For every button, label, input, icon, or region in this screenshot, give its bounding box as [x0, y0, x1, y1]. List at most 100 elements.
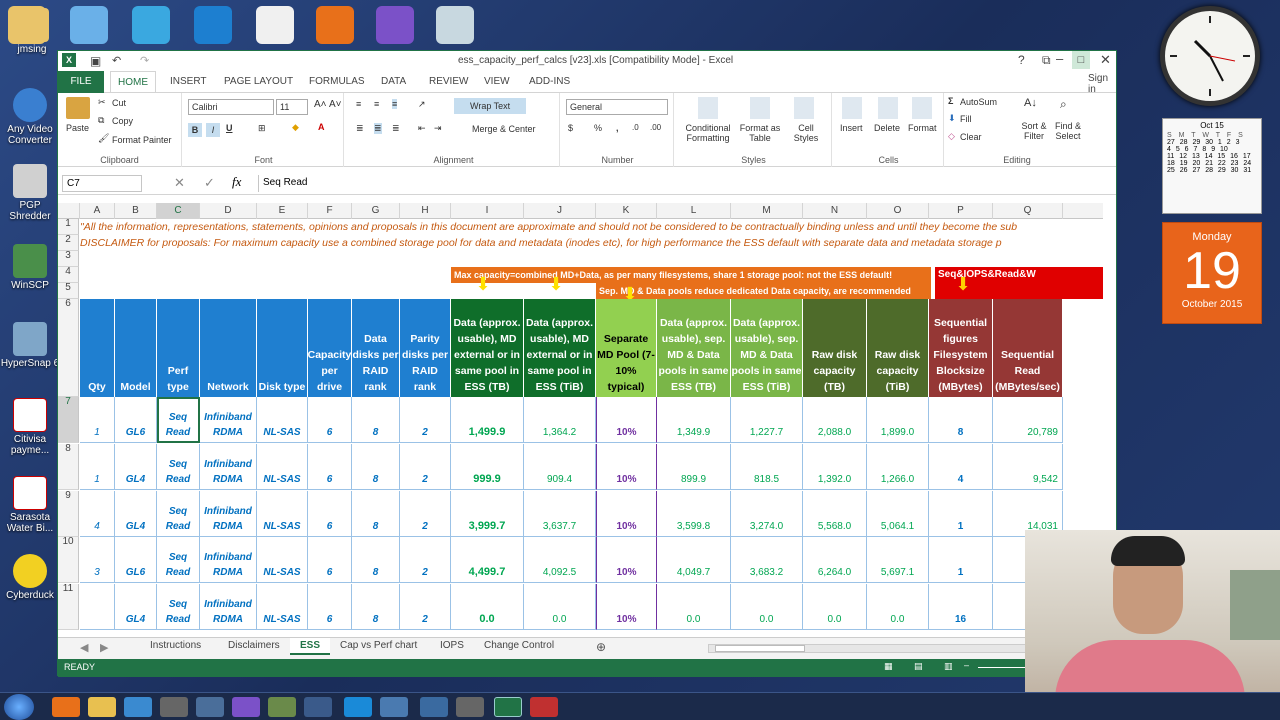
desktop-icon-winscp[interactable]: WinSCP: [0, 244, 60, 291]
column-header-l[interactable]: L: [657, 203, 731, 219]
cell-a9[interactable]: 4: [80, 491, 115, 537]
format-table-icon[interactable]: [750, 97, 770, 119]
cell-f9[interactable]: 6: [308, 491, 352, 537]
cell-l7[interactable]: 1,349.9: [657, 397, 731, 443]
column-header-o[interactable]: O: [867, 203, 929, 219]
maximize-icon[interactable]: □: [1072, 51, 1090, 69]
cell-k11[interactable]: 10%: [596, 584, 657, 630]
desktop-icon-anyvideo[interactable]: Any Video Converter: [0, 88, 60, 146]
column-header-f[interactable]: F: [308, 203, 352, 219]
help-icon[interactable]: ?: [1018, 53, 1025, 67]
copy-icon[interactable]: ⧉: [98, 115, 104, 126]
cell-p11[interactable]: 16: [929, 584, 993, 630]
cell-b9[interactable]: GL4: [115, 491, 157, 537]
format-painter-icon[interactable]: 🖌: [98, 133, 109, 144]
cell-j8[interactable]: 909.4: [524, 444, 596, 490]
find-select-icon[interactable]: ⌕: [1060, 97, 1067, 112]
cell-h8[interactable]: 2: [400, 444, 451, 490]
sheet-tab-ess[interactable]: ESS: [290, 638, 331, 655]
tab-add-ins[interactable]: ADD-INS: [529, 76, 570, 87]
cell-o10[interactable]: 5,697.1: [867, 537, 929, 583]
number-format-select[interactable]: General: [566, 99, 668, 115]
cell-f8[interactable]: 6: [308, 444, 352, 490]
worksheet-grid[interactable]: 1 2 3 4 5 "All the information, representatio…: [58, 219, 1103, 634]
chat-icon[interactable]: [132, 6, 170, 44]
desktop-icon-jmsing[interactable]: jmsing: [2, 8, 62, 55]
wrap-text-button[interactable]: Wrap Text: [454, 98, 526, 114]
cell-l10[interactable]: 4,049.7: [657, 537, 731, 583]
orientation-icon[interactable]: ↗: [418, 99, 426, 110]
formula-input[interactable]: Seq Read: [258, 175, 1098, 192]
paste-button[interactable]: Paste: [66, 123, 89, 133]
indent-increase-icon[interactable]: ⇥: [434, 123, 442, 134]
cell-m9[interactable]: 3,274.0: [731, 491, 803, 537]
cell-b7[interactable]: GL6: [115, 397, 157, 443]
taskbar-app4-icon[interactable]: [380, 697, 408, 717]
cell-j10[interactable]: 4,092.5: [524, 537, 596, 583]
cell-p10[interactable]: 1: [929, 537, 993, 583]
bold-icon[interactable]: B: [188, 123, 202, 137]
taskbar-pdf-icon[interactable]: [530, 697, 558, 717]
cell-f7[interactable]: 6: [308, 397, 352, 443]
cell-l8[interactable]: 899.9: [657, 444, 731, 490]
currency-icon[interactable]: $: [568, 123, 573, 133]
cell-o8[interactable]: 1,266.0: [867, 444, 929, 490]
taskbar-app5-icon[interactable]: [420, 697, 448, 717]
borders-icon[interactable]: ⊞: [258, 123, 266, 134]
percent-icon[interactable]: %: [594, 123, 602, 133]
cell-g9[interactable]: 8: [352, 491, 400, 537]
grow-font-icon[interactable]: A˄: [314, 99, 327, 110]
sort-filter-button[interactable]: Sort & Filter: [1014, 121, 1054, 141]
cell-a7[interactable]: 1: [80, 397, 115, 443]
cell-styles-button[interactable]: Cell Styles: [786, 123, 826, 143]
taskbar-skype-icon[interactable]: [344, 697, 372, 717]
quicktime-icon[interactable]: [194, 6, 232, 44]
firefox-icon[interactable]: [316, 6, 354, 44]
taskbar-app2-icon[interactable]: [268, 697, 296, 717]
cell-c8[interactable]: Seq Read: [157, 444, 200, 490]
cell-g10[interactable]: 8: [352, 537, 400, 583]
tab-page-layout[interactable]: PAGE LAYOUT: [224, 76, 293, 87]
desktop-icon-citivisa[interactable]: Citivisa payme...: [0, 398, 60, 456]
cell-b11[interactable]: GL4: [115, 584, 157, 630]
cell-e11[interactable]: NL-SAS: [257, 584, 308, 630]
indent-decrease-icon[interactable]: ⇤: [418, 123, 426, 134]
cell-h11[interactable]: 2: [400, 584, 451, 630]
cell-c11[interactable]: Seq Read: [157, 584, 200, 630]
column-header-n[interactable]: N: [803, 203, 867, 219]
cell-a8[interactable]: 1: [80, 444, 115, 490]
clear-button[interactable]: Clear: [960, 132, 982, 142]
font-color-icon[interactable]: A: [318, 122, 325, 132]
column-header-a[interactable]: A: [80, 203, 115, 219]
cell-d7[interactable]: Infiniband RDMA: [200, 397, 257, 443]
align-right-icon[interactable]: ≣: [392, 123, 400, 134]
confirm-entry-icon[interactable]: ✓: [204, 175, 215, 191]
format-cells-icon[interactable]: [912, 97, 932, 119]
start-button[interactable]: [4, 694, 34, 720]
cell-k8[interactable]: 10%: [596, 444, 657, 490]
column-header-p[interactable]: P: [929, 203, 993, 219]
cell-j7[interactable]: 1,364.2: [524, 397, 596, 443]
cell-m11[interactable]: 0.0: [731, 584, 803, 630]
cell-m8[interactable]: 818.5: [731, 444, 803, 490]
column-header-h[interactable]: H: [400, 203, 451, 219]
sheet-tab-disclaimers[interactable]: Disclaimers: [228, 640, 280, 651]
cell-m7[interactable]: 1,227.7: [731, 397, 803, 443]
underline-icon[interactable]: U: [226, 123, 233, 133]
find-select-button[interactable]: Find & Select: [1050, 121, 1086, 141]
cell-g7[interactable]: 8: [352, 397, 400, 443]
cell-n7[interactable]: 2,088.0: [803, 397, 867, 443]
column-header-g[interactable]: G: [352, 203, 400, 219]
cut-icon[interactable]: ✂: [98, 97, 106, 108]
italic-icon[interactable]: I: [206, 123, 220, 137]
cell-j11[interactable]: 0.0: [524, 584, 596, 630]
cell-a10[interactable]: 3: [80, 537, 115, 583]
tab-home[interactable]: HOME: [110, 71, 156, 93]
cell-l9[interactable]: 3,599.8: [657, 491, 731, 537]
cell-h10[interactable]: 2: [400, 537, 451, 583]
column-header-d[interactable]: D: [200, 203, 257, 219]
comma-icon[interactable]: ,: [616, 123, 619, 133]
cell-c7[interactable]: Seq Read: [157, 397, 200, 443]
cell-e7[interactable]: NL-SAS: [257, 397, 308, 443]
taskbar-app3-icon[interactable]: [304, 697, 332, 717]
